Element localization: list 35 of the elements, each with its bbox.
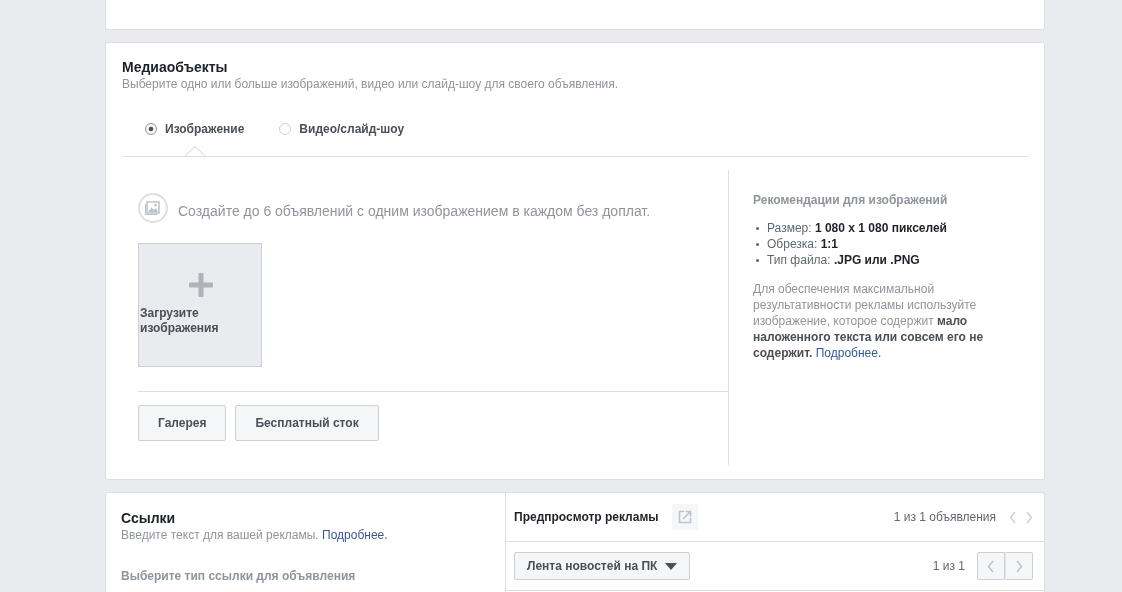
recommendation-text: Размер: 1 080 x 1 080 пикселей — [767, 220, 947, 236]
caret-down-icon — [665, 562, 678, 570]
learn-more-link[interactable]: Подробнее. — [322, 528, 388, 542]
recommendation-text: Тип файла: .JPG или .PNG — [767, 252, 920, 268]
radio-tab[interactable]: Изображение — [145, 112, 245, 156]
chevron-left-icon — [1009, 510, 1017, 524]
ad-counter: 1 из 1 объявления — [893, 510, 996, 524]
preview-title: Предпросмотр рекламы — [514, 510, 659, 524]
radio-tab[interactable]: Видео/слайд-шоу — [279, 112, 405, 156]
source-button[interactable]: Бесплатный сток — [235, 405, 379, 441]
bullet-icon — [756, 242, 759, 246]
chevron-right-icon — [1025, 510, 1033, 524]
open-preview-button[interactable] — [671, 504, 698, 530]
bullet-icon — [756, 258, 759, 262]
bullet-icon — [756, 226, 759, 230]
image-icon — [138, 193, 168, 223]
section-description: Выберите одно или больше изображений, видео или слайд-шоу для своего объявления. — [122, 76, 620, 92]
hint-text: Создайте до 6 объявлений с одним изображением в каждом без доплат. — [178, 201, 651, 220]
tab-pointer-icon — [184, 146, 205, 156]
source-button[interactable]: Галерея — [138, 405, 227, 441]
recommendation-note: Для обеспечения максимальной результативности рекламы используйте изображение, которое содержит мало наложенного текста или совсем его не содержит. Подробнее. — [753, 281, 985, 361]
plus-icon — [188, 273, 213, 297]
section-description: Введите текст для вашей рекламы. Подробнее. — [121, 527, 389, 543]
external-link-icon — [677, 510, 692, 524]
section-title: Медиаобъекты — [122, 58, 229, 76]
field-label: Выберите тип ссылки для объявления — [121, 568, 357, 584]
recommendation-text: Обрезка: 1:1 — [767, 236, 838, 252]
placement-dropdown[interactable]: Лента новостей на ПК — [514, 552, 691, 580]
section-title: Ссылки — [121, 509, 177, 527]
upload-tile[interactable]: Загрузите изображения — [138, 243, 262, 367]
learn-more-link[interactable]: Подробнее. — [815, 346, 882, 360]
placement-counter: 1 из 1 — [932, 559, 965, 573]
chevron-left-icon — [987, 559, 995, 573]
chevron-right-icon — [1015, 559, 1023, 573]
recommendations-title: Рекомендации для изображений — [753, 192, 949, 208]
